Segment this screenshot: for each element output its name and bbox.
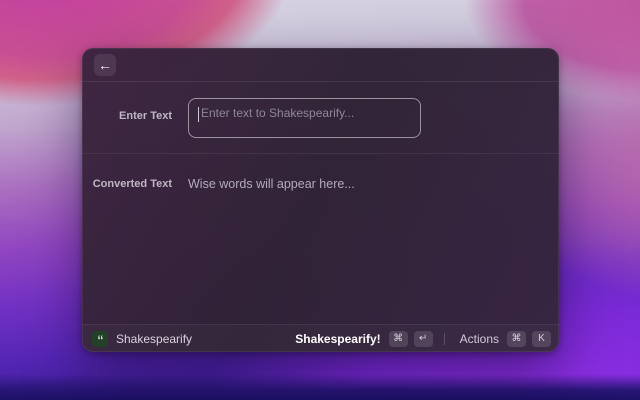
cmd-key-badge-2[interactable]: ⌘	[507, 330, 526, 347]
return-key-badge[interactable]: ↵	[413, 330, 433, 347]
enter-text-row: Enter Text	[82, 82, 559, 138]
footer-right: Shakespearify! ⌘ ↵ Actions ⌘ K	[295, 330, 551, 347]
shakespearify-window: ← Enter Text Converted Text Wise words w…	[82, 48, 559, 352]
footer-left: “ Shakespearify	[92, 330, 193, 347]
quote-glyph: “	[97, 331, 104, 347]
footer-action-bar: “ Shakespearify Shakespearify! ⌘ ↵ Actio…	[82, 324, 559, 352]
app-title: Shakespearify	[116, 331, 193, 346]
converted-text-label: Converted Text	[92, 178, 172, 190]
back-arrow-icon: ←	[98, 56, 112, 73]
actions-menu-label[interactable]: Actions	[460, 332, 499, 346]
cmd-key-badge[interactable]: ⌘	[388, 330, 408, 347]
converted-text-row: Converted Text Wise words will appear he…	[82, 154, 559, 191]
back-button[interactable]: ←	[94, 53, 116, 76]
primary-action-label[interactable]: Shakespearify!	[295, 332, 380, 346]
enter-text-input[interactable]	[188, 98, 421, 138]
converted-text-value: Wise words will appear here...	[188, 177, 355, 191]
enter-text-input-wrap	[188, 98, 421, 138]
window-body: Enter Text Converted Text Wise words wil…	[82, 82, 559, 324]
enter-text-label: Enter Text	[119, 110, 172, 122]
k-key-badge[interactable]: K	[532, 330, 551, 347]
quote-icon: “	[92, 330, 108, 347]
footer-divider	[443, 332, 445, 345]
window-header: ←	[82, 48, 559, 82]
